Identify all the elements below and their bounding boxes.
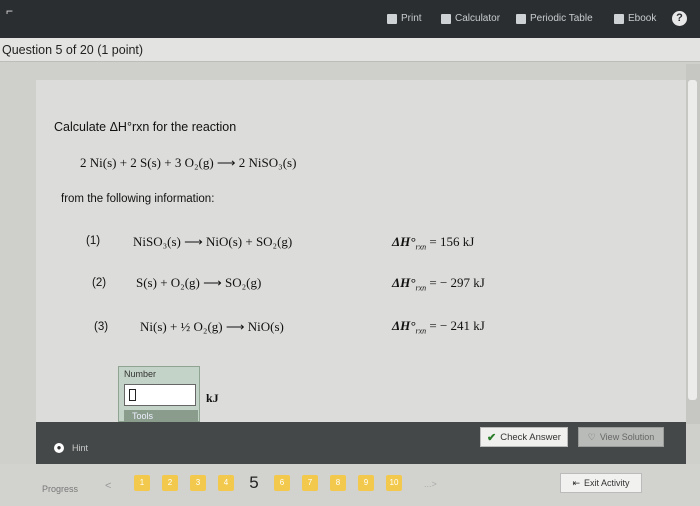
page-button[interactable]: 3 [190, 475, 206, 491]
calculator-button[interactable]: Calculator [441, 13, 500, 24]
exit-icon: ⇤ [572, 477, 581, 488]
reaction-3-equation: Ni(s) + ½ O₂(g) ⟶ NiO(s) [140, 319, 284, 334]
text-cursor-icon [129, 389, 136, 401]
previous-question-button[interactable]: < [105, 480, 111, 492]
next-pages-button[interactable]: ...> [424, 479, 437, 489]
rxn-subscript: rxn [415, 242, 427, 252]
calculator-label: Calculator [455, 13, 501, 24]
reaction-1-equation: NiSO₃(s) ⟶ NiO(s) + SO₂(g) [133, 234, 293, 249]
enthalpy-value: = 156 kJ [429, 234, 475, 249]
hint-label: Hint [72, 443, 89, 453]
scrollbar-thumb[interactable] [688, 80, 697, 400]
check-answer-label: Check Answer [500, 431, 561, 443]
rxn-subscript: rxn [415, 326, 427, 336]
number-label: Number [124, 369, 157, 379]
top-toolbar: ⌐ [0, 0, 700, 38]
checkmark-icon: ✔ [487, 431, 497, 444]
target-reaction: 2 Ni(s) + 2 S(s) + 3 O₂(g) ⟶ 2 NiSO₃(s) [80, 155, 297, 170]
ebook-button[interactable]: Ebook [614, 13, 656, 24]
view-solution-button[interactable]: ♡ View Solution [578, 427, 664, 447]
periodic-table-button[interactable]: Periodic Table [516, 13, 593, 24]
ebook-label: Ebook [628, 13, 657, 24]
page-button[interactable]: 7 [302, 475, 318, 491]
delta-h-symbol: ΔH° [392, 318, 416, 333]
page-button[interactable]: 1 [134, 475, 150, 491]
question-title: Question 5 of 20 (1 point) [2, 43, 144, 57]
info-label: from the following information: [61, 193, 215, 205]
hint-icon: ● [54, 443, 64, 453]
question-prompt: Calculate ΔH°rxn for the reaction [54, 120, 237, 134]
reaction-2-equation: S(s) + O₂(g) ⟶ SO₂(g) [136, 275, 262, 290]
hint-button[interactable]: ● Hint [54, 443, 88, 453]
enthalpy-value: = − 297 kJ [429, 275, 485, 290]
delta-h-symbol: ΔH° [392, 275, 416, 290]
page-button[interactable]: 8 [330, 475, 346, 491]
current-page-indicator[interactable]: 5 [246, 474, 262, 491]
reaction-3-label: (3) [94, 321, 109, 333]
calculator-icon [441, 13, 451, 24]
page-button[interactable]: 4 [218, 475, 234, 491]
tools-button[interactable]: Tools [124, 410, 198, 422]
exit-activity-button[interactable]: ⇤ Exit Activity [560, 473, 642, 493]
logo-icon: ⌐ [6, 4, 14, 18]
view-solution-label: View Solution [599, 432, 655, 442]
rxn-subscript: rxn [415, 283, 427, 293]
page-navigation: 1 2 3 4 5 6 7 8 9 10 [134, 474, 402, 491]
progress-label: Progress [42, 484, 79, 494]
enthalpy-value: = − 241 kJ [429, 318, 485, 333]
help-icon[interactable]: ? [672, 11, 687, 26]
page-button[interactable]: 6 [274, 475, 290, 491]
print-label: Print [401, 13, 422, 24]
reaction-2-enthalpy: ΔH°rxn = − 297 kJ [392, 275, 485, 293]
periodic-table-label: Periodic Table [530, 13, 593, 24]
page-button[interactable]: 10 [386, 475, 402, 491]
periodic-table-icon [516, 13, 526, 24]
book-icon [614, 13, 624, 24]
tools-label: Tools [132, 411, 154, 421]
reaction-2-label: (2) [92, 277, 107, 289]
solution-icon: ♡ [587, 431, 596, 442]
page-button[interactable]: 2 [162, 475, 178, 491]
answer-unit: kJ [206, 391, 219, 405]
reaction-3-enthalpy: ΔH°rxn = − 241 kJ [392, 318, 485, 336]
delta-h-symbol: ΔH° [392, 234, 416, 249]
page-button[interactable]: 9 [358, 475, 374, 491]
printer-icon [387, 13, 397, 24]
reaction-1-label: (1) [86, 235, 101, 247]
reaction-1-enthalpy: ΔH°rxn = 156 kJ [392, 234, 474, 252]
check-answer-button[interactable]: ✔ Check Answer [480, 427, 568, 447]
exit-activity-label: Exit Activity [584, 478, 630, 488]
print-button[interactable]: Print [387, 13, 422, 24]
